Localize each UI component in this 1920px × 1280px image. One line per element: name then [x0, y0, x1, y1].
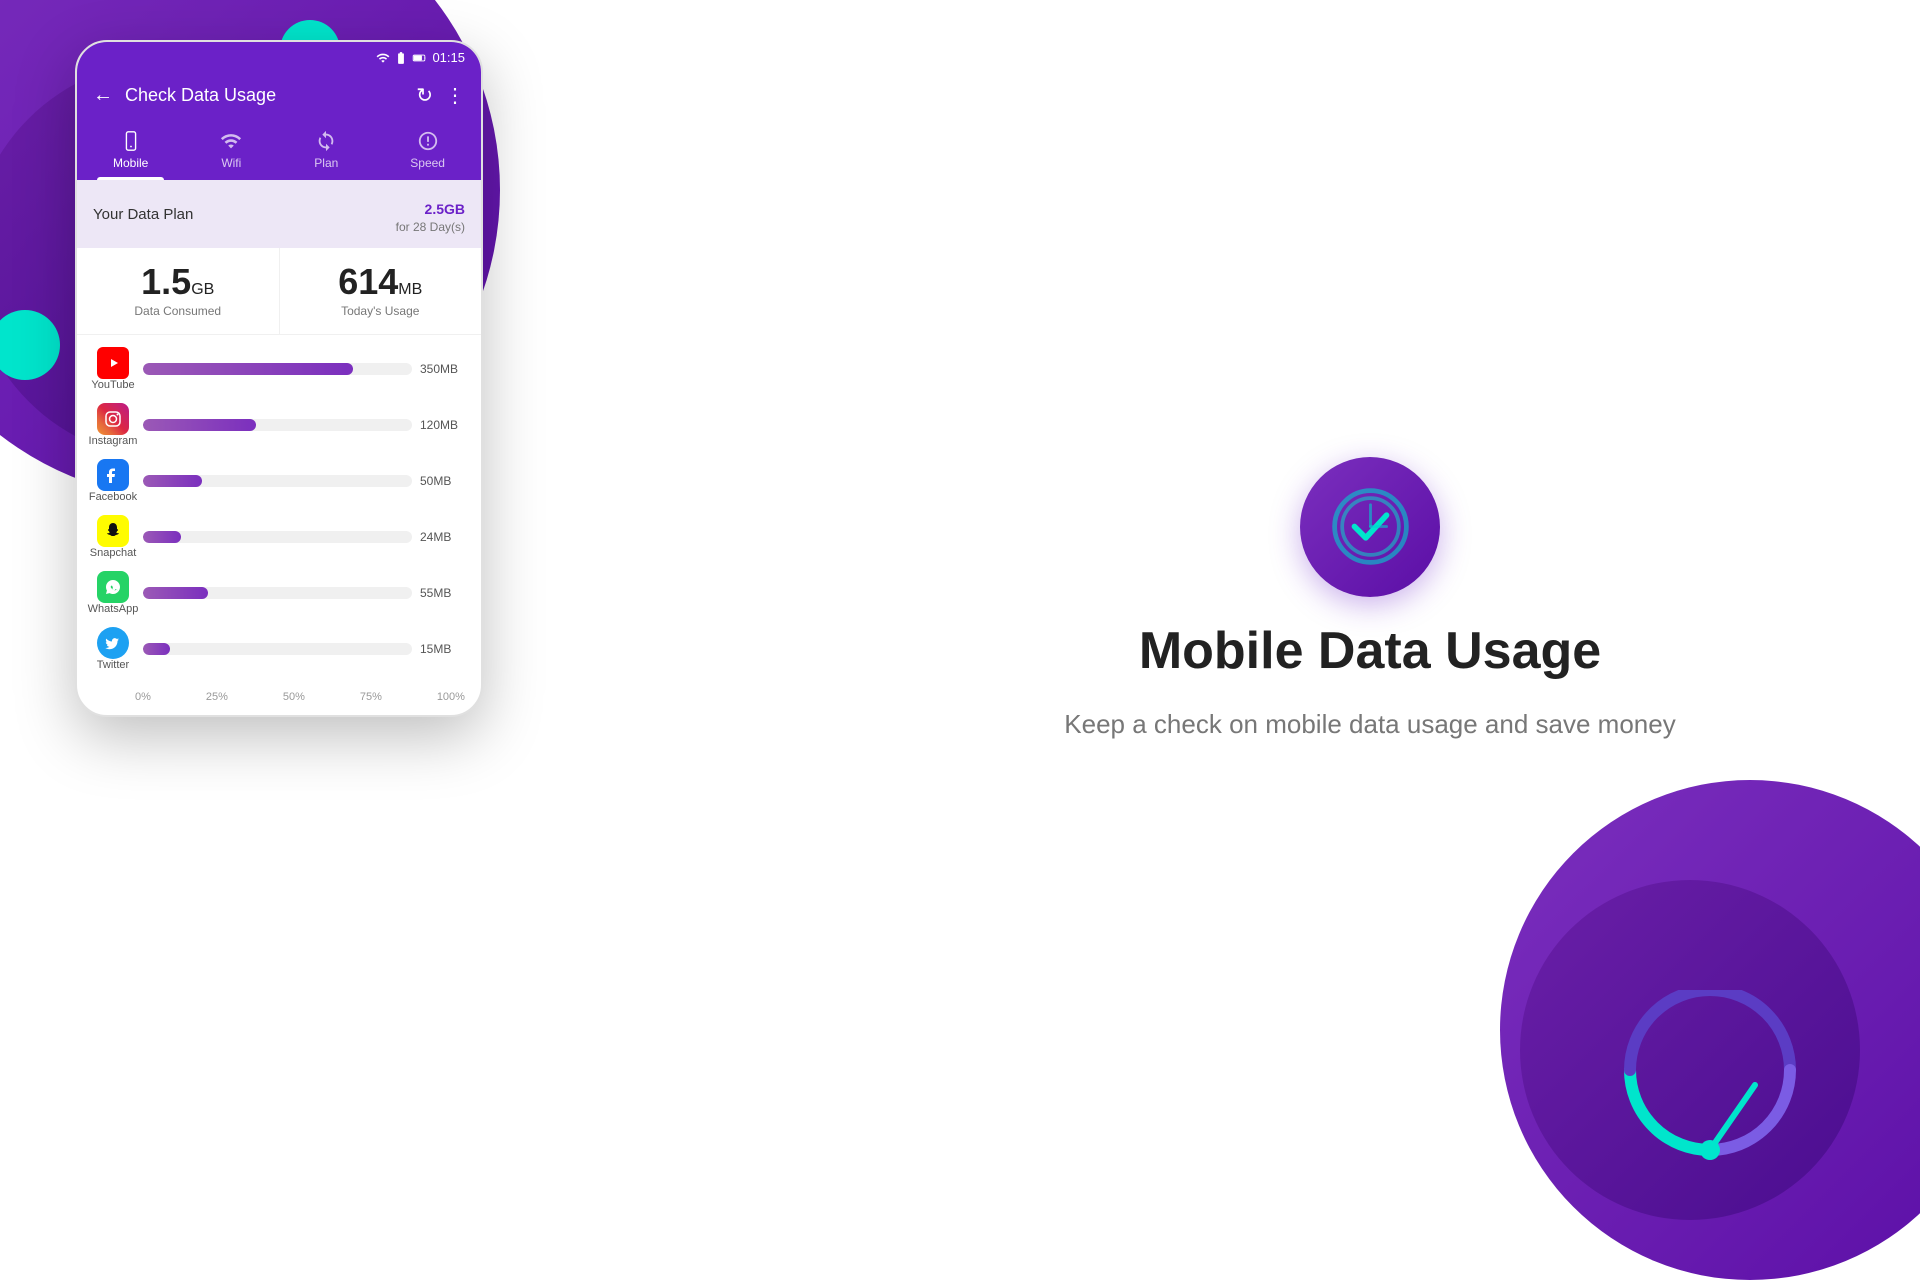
x-axis-50: 50%: [283, 691, 305, 703]
twitter-label: Twitter: [97, 659, 129, 671]
facebook-usage: 50MB: [420, 474, 465, 488]
status-time: 01:15: [432, 50, 465, 65]
twitter-app-left: Twitter: [93, 627, 133, 671]
stat-consumed-value: 1.5GB: [93, 264, 263, 300]
x-axis: 0% 25% 50% 75% 100%: [77, 687, 481, 715]
refresh-button[interactable]: ↻: [416, 83, 433, 108]
whatsapp-bar: 55MB: [143, 586, 465, 600]
snapchat-bar: 24MB: [143, 530, 465, 544]
tab-mobile[interactable]: Mobile: [97, 122, 164, 180]
tab-wifi-label: Wifi: [221, 156, 241, 170]
stat-today: 614MB Today's Usage: [280, 248, 482, 334]
data-plan-unit: GB: [444, 201, 465, 217]
data-plan-amount: 2.5GB for 28 Day(s): [396, 194, 465, 234]
stats-row: 1.5GB Data Consumed 614MB Today's Usage: [77, 248, 481, 335]
facebook-icon: [97, 459, 129, 491]
status-icons: [376, 51, 426, 65]
data-plan-section: Your Data Plan 2.5GB for 28 Day(s): [77, 180, 481, 248]
list-item: Instagram 120MB: [93, 403, 465, 447]
snapchat-usage: 24MB: [420, 530, 465, 544]
x-axis-75: 75%: [360, 691, 382, 703]
app-header: ← Check Data Usage ↻ ⋮: [77, 73, 481, 118]
tab-speed-label: Speed: [410, 156, 445, 170]
instagram-usage: 120MB: [420, 418, 465, 432]
x-axis-100: 100%: [437, 691, 465, 703]
instagram-bar: 120MB: [143, 418, 465, 432]
tab-plan-label: Plan: [314, 156, 338, 170]
list-item: Facebook 50MB: [93, 459, 465, 503]
phone-screen: 01:15 ← Check Data Usage ↻ ⋮ Mobile Wifi…: [75, 40, 483, 717]
app-usage-list: YouTube 350MB Instagram 120MB: [77, 335, 481, 687]
whatsapp-app-left: WhatsApp: [93, 571, 133, 615]
main-subtitle: Keep a check on mobile data usage and sa…: [1064, 705, 1675, 744]
stat-consumed-label: Data Consumed: [93, 304, 263, 318]
nav-tabs: Mobile Wifi Plan Speed: [77, 118, 481, 180]
twitter-usage: 15MB: [420, 642, 465, 656]
facebook-label: Facebook: [89, 491, 137, 503]
twitter-icon: [97, 627, 129, 659]
list-item: YouTube 350MB: [93, 347, 465, 391]
data-plan-gb: 2.5GB: [396, 194, 465, 220]
app-logo: [1300, 457, 1440, 597]
twitter-bar: 15MB: [143, 642, 465, 656]
data-plan-days: for 28 Day(s): [396, 220, 465, 234]
list-item: Twitter 15MB: [93, 627, 465, 671]
stat-consumed: 1.5GB Data Consumed: [77, 248, 280, 334]
stat-today-label: Today's Usage: [296, 304, 466, 318]
instagram-app-left: Instagram: [93, 403, 133, 447]
tab-mobile-label: Mobile: [113, 156, 148, 170]
tab-speed[interactable]: Speed: [394, 122, 461, 180]
header-title: Check Data Usage: [125, 85, 404, 106]
facebook-bar: 50MB: [143, 474, 465, 488]
list-item: Snapchat 24MB: [93, 515, 465, 559]
status-bar: 01:15: [77, 42, 481, 73]
phone-mockup: 01:15 ← Check Data Usage ↻ ⋮ Mobile Wifi…: [75, 40, 483, 717]
youtube-app-left: YouTube: [93, 347, 133, 391]
list-item: WhatsApp 55MB: [93, 571, 465, 615]
back-button[interactable]: ←: [93, 84, 113, 107]
menu-button[interactable]: ⋮: [445, 83, 465, 108]
stat-today-value: 614MB: [296, 264, 466, 300]
whatsapp-label: WhatsApp: [88, 603, 139, 615]
youtube-usage: 350MB: [420, 362, 465, 376]
snapchat-icon: [97, 515, 129, 547]
whatsapp-icon: [97, 571, 129, 603]
youtube-label: YouTube: [91, 379, 134, 391]
youtube-bar: 350MB: [143, 362, 465, 376]
tab-wifi[interactable]: Wifi: [204, 122, 258, 180]
data-plan-value: 2.5: [425, 201, 444, 217]
snapchat-label: Snapchat: [90, 547, 136, 559]
youtube-icon: [97, 347, 129, 379]
right-panel: Mobile Data Usage Keep a check on mobile…: [820, 0, 1920, 1200]
data-plan-label: Your Data Plan: [93, 206, 193, 223]
snapchat-app-left: Snapchat: [93, 515, 133, 559]
main-title: Mobile Data Usage: [1139, 621, 1601, 681]
facebook-app-left: Facebook: [93, 459, 133, 503]
tab-plan[interactable]: Plan: [298, 122, 354, 180]
instagram-icon: [97, 403, 129, 435]
x-axis-0: 0%: [135, 691, 151, 703]
whatsapp-usage: 55MB: [420, 586, 465, 600]
x-axis-25: 25%: [206, 691, 228, 703]
instagram-label: Instagram: [89, 435, 138, 447]
